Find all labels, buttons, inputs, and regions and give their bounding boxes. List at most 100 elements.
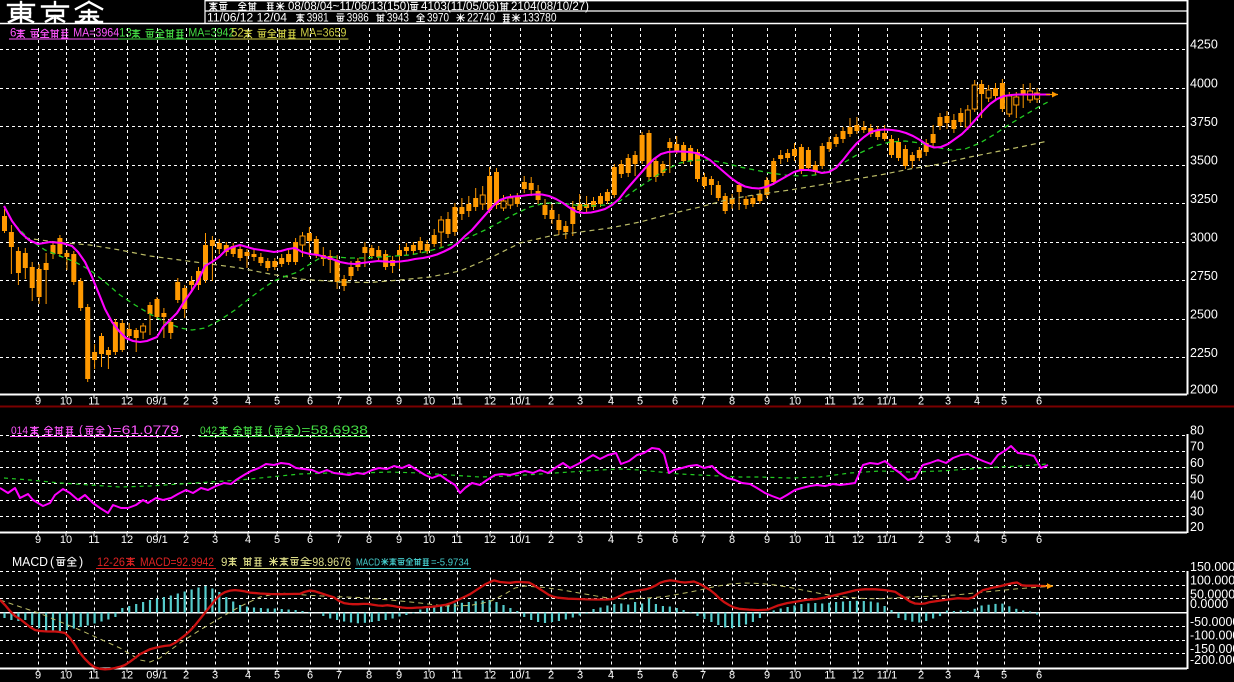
svg-text:10: 10 bbox=[60, 670, 72, 682]
svg-text:9: 9 bbox=[764, 534, 770, 546]
svg-text:3000: 3000 bbox=[1190, 231, 1218, 245]
svg-text:2104(08/10/27): 2104(08/10/27) bbox=[511, 1, 589, 13]
svg-text:100.0000: 100.0000 bbox=[1190, 574, 1234, 588]
svg-text:): ) bbox=[79, 555, 83, 569]
svg-text:=-5.9734: =-5.9734 bbox=[431, 557, 469, 569]
svg-text:08/08/04~11/06/13(150): 08/08/04~11/06/13(150) bbox=[288, 1, 410, 13]
svg-text:9: 9 bbox=[35, 670, 41, 682]
svg-text:3750: 3750 bbox=[1190, 115, 1218, 129]
svg-text:4: 4 bbox=[974, 670, 980, 682]
svg-text:8: 8 bbox=[366, 534, 372, 546]
svg-text:22740: 22740 bbox=[467, 13, 495, 25]
svg-text:3: 3 bbox=[212, 534, 218, 546]
svg-text:4103(11/05/06): 4103(11/05/06) bbox=[421, 1, 499, 13]
svg-text:12: 12 bbox=[484, 670, 496, 682]
svg-text:11: 11 bbox=[88, 670, 99, 682]
svg-text:9: 9 bbox=[396, 534, 402, 546]
svg-text:5: 5 bbox=[637, 534, 643, 546]
svg-text:2: 2 bbox=[918, 670, 924, 682]
svg-text:6: 6 bbox=[1036, 670, 1042, 682]
svg-text:60: 60 bbox=[1190, 456, 1204, 470]
svg-text:5: 5 bbox=[274, 670, 280, 682]
svg-text:10: 10 bbox=[789, 670, 801, 682]
svg-text:2000: 2000 bbox=[1190, 383, 1218, 397]
svg-text:70: 70 bbox=[1190, 440, 1204, 454]
svg-text:30: 30 bbox=[1190, 505, 1204, 519]
svg-text:10: 10 bbox=[423, 534, 435, 546]
svg-text:12: 12 bbox=[484, 534, 496, 546]
svg-text:10/1: 10/1 bbox=[509, 534, 530, 546]
svg-text:3: 3 bbox=[945, 670, 951, 682]
svg-text:4: 4 bbox=[974, 534, 980, 546]
svg-text:5: 5 bbox=[1001, 670, 1007, 682]
svg-text:8: 8 bbox=[729, 534, 735, 546]
svg-text:8: 8 bbox=[366, 670, 372, 682]
svg-text:9: 9 bbox=[221, 557, 227, 569]
svg-text:4250: 4250 bbox=[1190, 38, 1218, 52]
svg-text:8: 8 bbox=[729, 670, 735, 682]
svg-text:12: 12 bbox=[852, 534, 864, 546]
svg-text:6: 6 bbox=[307, 670, 313, 682]
svg-text:11: 11 bbox=[824, 534, 835, 546]
svg-text:9: 9 bbox=[764, 670, 770, 682]
svg-text:12: 12 bbox=[121, 670, 133, 682]
svg-text:11: 11 bbox=[88, 534, 99, 546]
svg-text:7: 7 bbox=[336, 534, 342, 546]
svg-text:7: 7 bbox=[336, 670, 342, 682]
svg-text:-100.000: -100.000 bbox=[1190, 629, 1234, 643]
svg-text:6: 6 bbox=[1036, 534, 1042, 546]
svg-text:MACD: MACD bbox=[356, 557, 380, 569]
svg-text:3: 3 bbox=[945, 534, 951, 546]
svg-text:6: 6 bbox=[307, 534, 313, 546]
svg-text:3986: 3986 bbox=[347, 13, 369, 25]
svg-text:12: 12 bbox=[852, 670, 864, 682]
svg-text:7: 7 bbox=[700, 534, 706, 546]
svg-text:12: 12 bbox=[121, 534, 133, 546]
svg-text:3: 3 bbox=[212, 670, 218, 682]
svg-text:11: 11 bbox=[451, 670, 462, 682]
svg-text:3: 3 bbox=[577, 534, 583, 546]
svg-text:10: 10 bbox=[789, 534, 801, 546]
svg-text:5: 5 bbox=[1001, 534, 1007, 546]
svg-text:2: 2 bbox=[548, 534, 554, 546]
svg-text:11: 11 bbox=[451, 534, 462, 546]
svg-text:50: 50 bbox=[1190, 472, 1204, 486]
svg-text:09/1: 09/1 bbox=[146, 534, 167, 546]
svg-text:-200.000: -200.000 bbox=[1190, 653, 1234, 667]
svg-text:3981: 3981 bbox=[307, 13, 329, 25]
svg-text:042: 042 bbox=[200, 425, 217, 437]
svg-text:11/1: 11/1 bbox=[877, 534, 898, 546]
svg-text:40: 40 bbox=[1190, 489, 1204, 503]
svg-text:0.0000: 0.0000 bbox=[1190, 597, 1228, 611]
svg-text:-50.0000: -50.0000 bbox=[1190, 615, 1234, 629]
svg-text:4: 4 bbox=[608, 534, 614, 546]
svg-text:3500: 3500 bbox=[1190, 154, 1218, 168]
svg-text:10: 10 bbox=[60, 534, 72, 546]
svg-text:MACD: MACD bbox=[12, 555, 48, 569]
svg-text:11/1: 11/1 bbox=[877, 670, 898, 682]
svg-text:4: 4 bbox=[245, 670, 251, 682]
svg-text:6: 6 bbox=[672, 670, 678, 682]
svg-text:20: 20 bbox=[1190, 520, 1204, 534]
svg-text:13: 13 bbox=[119, 28, 132, 40]
svg-text:9: 9 bbox=[35, 534, 41, 546]
svg-text:10/1: 10/1 bbox=[509, 670, 530, 682]
svg-text:9: 9 bbox=[396, 670, 402, 682]
svg-text:2: 2 bbox=[183, 670, 189, 682]
svg-text:7: 7 bbox=[700, 670, 706, 682]
svg-text:2: 2 bbox=[548, 670, 554, 682]
svg-text:3970: 3970 bbox=[427, 13, 449, 25]
svg-text:5: 5 bbox=[637, 670, 643, 682]
svg-text:2250: 2250 bbox=[1190, 346, 1218, 360]
svg-text:3943: 3943 bbox=[387, 13, 409, 25]
svg-text:5: 5 bbox=[274, 534, 280, 546]
svg-text:MA=3964: MA=3964 bbox=[73, 28, 120, 40]
svg-text:52: 52 bbox=[231, 28, 244, 40]
svg-text:MA=3942: MA=3942 bbox=[188, 28, 234, 40]
svg-text:3: 3 bbox=[577, 670, 583, 682]
svg-text:150.0000: 150.0000 bbox=[1190, 560, 1234, 574]
svg-text:4000: 4000 bbox=[1190, 77, 1218, 91]
svg-text:2: 2 bbox=[183, 534, 189, 546]
svg-text:4: 4 bbox=[245, 534, 251, 546]
svg-text:11: 11 bbox=[824, 670, 835, 682]
